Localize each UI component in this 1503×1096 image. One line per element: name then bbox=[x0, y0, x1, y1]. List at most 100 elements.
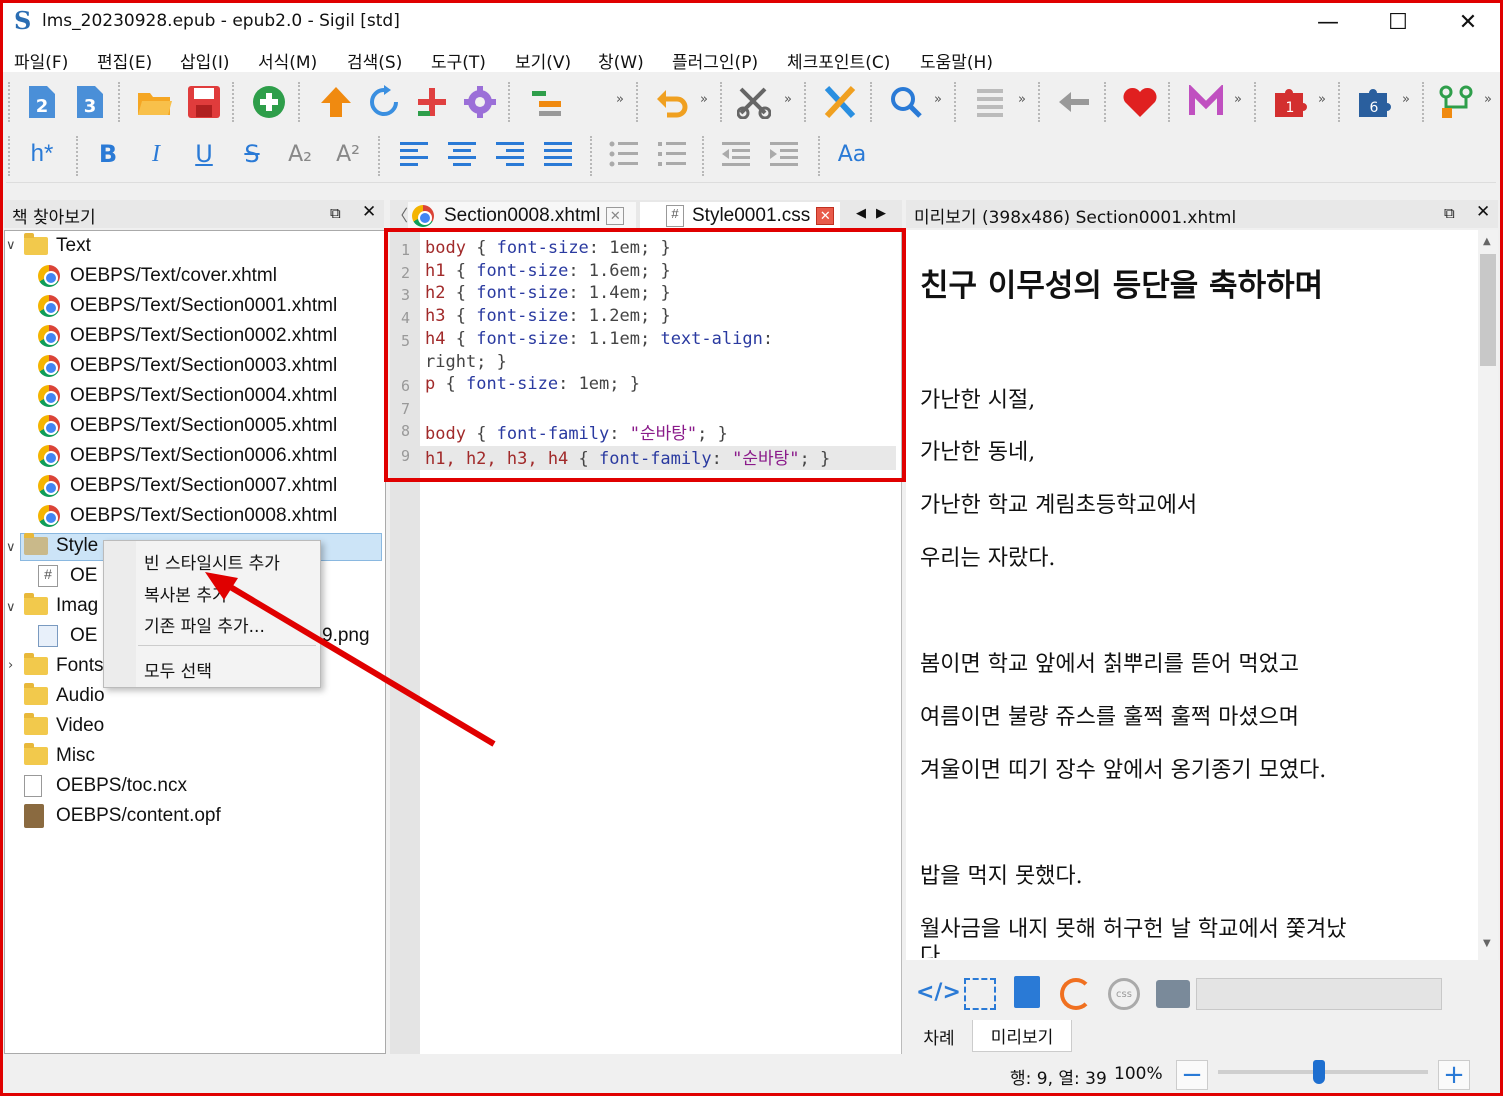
plugin-branch-icon[interactable] bbox=[1436, 82, 1476, 122]
tab-next-icon[interactable]: ▶ bbox=[876, 206, 886, 221]
align-center-icon[interactable] bbox=[442, 134, 482, 174]
tab-preview[interactable]: 미리보기 bbox=[972, 1020, 1072, 1052]
tree-file[interactable]: OEBPS/Text/cover.xhtml bbox=[38, 262, 277, 290]
tree-folder-images[interactable]: Imag bbox=[24, 592, 98, 620]
text-case-button[interactable]: Aa bbox=[832, 134, 872, 174]
collapse-icon[interactable]: ∨ bbox=[6, 238, 16, 253]
tab-style0001[interactable]: # Style0001.css ✕ bbox=[640, 202, 840, 230]
zoom-in-button[interactable]: + bbox=[1438, 1060, 1470, 1090]
collapse-icon[interactable]: ∨ bbox=[6, 600, 16, 615]
toc-icon[interactable] bbox=[964, 978, 996, 1010]
toolbar-grip[interactable] bbox=[76, 136, 80, 176]
settings-icon[interactable] bbox=[460, 82, 500, 122]
collapse-icon[interactable]: ∨ bbox=[6, 540, 16, 555]
menu-edit[interactable]: 편집(E) bbox=[97, 48, 152, 73]
up-arrow-icon[interactable] bbox=[316, 82, 356, 122]
superscript-button[interactable]: A² bbox=[328, 134, 368, 174]
tree-file[interactable]: OEBPS/Text/Section0001.xhtml bbox=[38, 292, 337, 320]
menu-plugins[interactable]: 플러그인(P) bbox=[672, 48, 758, 73]
close-button[interactable]: ✕ bbox=[1442, 6, 1494, 38]
toolbar-grip[interactable] bbox=[118, 82, 122, 122]
menu-tools[interactable]: 도구(T) bbox=[431, 48, 486, 73]
tree-file[interactable]: OEBPS/Text/Section0008.xhtml bbox=[38, 502, 337, 530]
toolbar-grip[interactable] bbox=[1038, 82, 1042, 122]
tree-file[interactable]: OEBPS/Text/Section0005.xhtml bbox=[38, 412, 337, 440]
epub2-icon[interactable]: 2 bbox=[22, 82, 62, 122]
menu-insert[interactable]: 삽입(I) bbox=[180, 48, 230, 73]
tree-file-opf[interactable]: OEBPS/content.opf bbox=[24, 802, 221, 830]
menu-item-add-blank-stylesheet[interactable]: 빈 스타일시트 추가 bbox=[144, 549, 280, 574]
toolbar-overflow-icon[interactable]: » bbox=[1018, 92, 1026, 107]
tree-folder-styles[interactable]: Style bbox=[24, 532, 98, 560]
strikethrough-button[interactable]: S bbox=[232, 134, 272, 174]
back-icon[interactable] bbox=[1054, 82, 1094, 122]
toolbar-overflow-icon[interactable]: » bbox=[784, 92, 792, 107]
toolbar-grip[interactable] bbox=[1422, 82, 1426, 122]
tab-prev-icon[interactable]: ◀ bbox=[856, 206, 866, 221]
toolbar-grip[interactable] bbox=[8, 82, 12, 122]
menu-item-select-all[interactable]: 모두 선택 bbox=[144, 657, 212, 682]
toolbar-grip[interactable] bbox=[232, 82, 236, 122]
menu-checkpoints[interactable]: 체크포인트(C) bbox=[787, 48, 890, 73]
tree-file[interactable]: # OE bbox=[38, 562, 97, 590]
save-icon[interactable] bbox=[184, 82, 224, 122]
preview-scrollbar[interactable]: ▲ ▼ bbox=[1478, 230, 1498, 960]
align-right-icon[interactable] bbox=[490, 134, 530, 174]
tab-close-icon[interactable]: ✕ bbox=[816, 207, 835, 225]
cut-icon[interactable] bbox=[734, 82, 774, 122]
menu-file[interactable]: 파일(F) bbox=[14, 48, 68, 73]
open-folder-icon[interactable] bbox=[134, 82, 174, 122]
reload-icon[interactable] bbox=[1060, 978, 1092, 1010]
close-panel-icon[interactable]: ✕ bbox=[1476, 202, 1490, 222]
numbered-list-icon[interactable] bbox=[652, 134, 692, 174]
undo-icon[interactable] bbox=[652, 82, 692, 122]
refresh-icon[interactable] bbox=[364, 82, 404, 122]
toolbar-grip[interactable] bbox=[720, 82, 724, 122]
tree-folder-fonts[interactable]: Fonts bbox=[24, 652, 104, 680]
tree-folder-video[interactable]: Video bbox=[24, 712, 104, 740]
heart-icon[interactable] bbox=[1120, 82, 1160, 122]
toolbar-grip[interactable] bbox=[298, 82, 302, 122]
toolbar-grip[interactable] bbox=[590, 136, 594, 176]
copy-icon[interactable] bbox=[1014, 976, 1040, 1008]
underline-button[interactable]: U bbox=[184, 134, 224, 174]
maximize-button[interactable]: ☐ bbox=[1372, 6, 1424, 38]
toolbar-grip[interactable] bbox=[1168, 82, 1172, 122]
tree-folder-misc[interactable]: Misc bbox=[24, 742, 95, 770]
toolbar-grip[interactable] bbox=[870, 82, 874, 122]
minimize-button[interactable]: — bbox=[1302, 6, 1354, 38]
menu-format[interactable]: 서식(M) bbox=[258, 48, 317, 73]
tree-file-toc[interactable]: OEBPS/toc.ncx bbox=[24, 772, 187, 800]
tree-file[interactable]: OEBPS/Text/Section0002.xhtml bbox=[38, 322, 337, 350]
insert-icon[interactable] bbox=[526, 82, 566, 122]
toolbar-grip[interactable] bbox=[702, 136, 706, 176]
code-view-icon[interactable]: </> bbox=[916, 980, 961, 1005]
plugin6-icon[interactable]: 6 bbox=[1354, 82, 1394, 122]
float-panel-icon[interactable]: ⧉ bbox=[330, 204, 341, 222]
validate-icon[interactable] bbox=[820, 82, 860, 122]
menu-item-add-existing[interactable]: 기존 파일 추가... bbox=[144, 612, 265, 637]
menu-search[interactable]: 검색(S) bbox=[347, 48, 402, 73]
indent-icon[interactable] bbox=[764, 134, 804, 174]
close-panel-icon[interactable]: ✕ bbox=[362, 202, 376, 222]
menu-item-add-copy[interactable]: 복사본 추가 bbox=[144, 581, 228, 606]
tree-file[interactable]: OEBPS/Text/Section0007.xhtml bbox=[38, 472, 337, 500]
preview-search-input[interactable] bbox=[1196, 978, 1442, 1010]
zoom-out-button[interactable]: − bbox=[1176, 1060, 1208, 1090]
toolbar-grip[interactable] bbox=[818, 136, 822, 176]
toolbar-grip[interactable] bbox=[954, 82, 958, 122]
tree-file[interactable]: OE bbox=[38, 622, 97, 650]
tree-file[interactable]: OEBPS/Text/Section0004.xhtml bbox=[38, 382, 337, 410]
toolbar-overflow-icon[interactable]: » bbox=[934, 92, 942, 107]
toolbar-grip[interactable] bbox=[636, 82, 640, 122]
bullet-list-icon[interactable] bbox=[604, 134, 644, 174]
toolbar-grip[interactable] bbox=[508, 82, 512, 122]
mail-icon[interactable] bbox=[1186, 82, 1226, 122]
menu-view[interactable]: 보기(V) bbox=[515, 48, 571, 73]
align-left-icon[interactable] bbox=[394, 134, 434, 174]
scrollbar-thumb[interactable] bbox=[1480, 254, 1496, 366]
epub3-icon[interactable]: 3 bbox=[70, 82, 110, 122]
zoom-slider-thumb[interactable] bbox=[1312, 1060, 1325, 1084]
scroll-down-icon[interactable]: ▼ bbox=[1483, 938, 1491, 949]
print-icon[interactable] bbox=[1156, 980, 1190, 1008]
